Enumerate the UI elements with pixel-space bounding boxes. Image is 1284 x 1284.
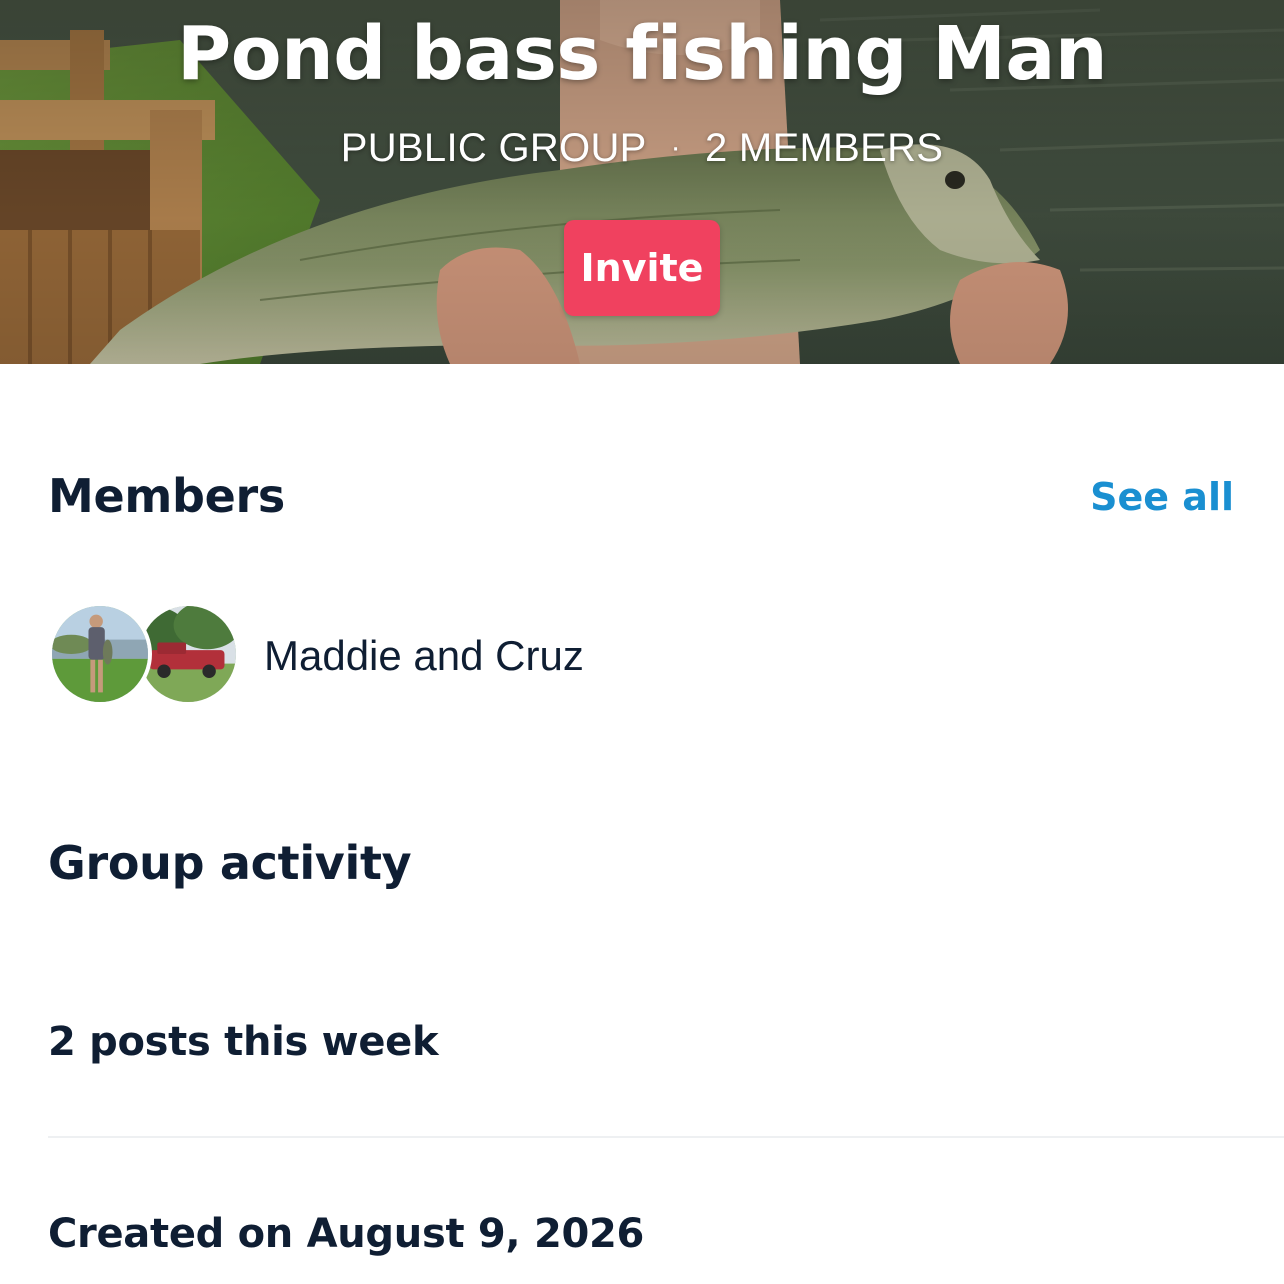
avatar (48, 602, 152, 706)
members-heading: Members (48, 469, 285, 523)
group-visibility: PUBLIC GROUP (340, 126, 647, 170)
group-title: Pond bass fishing Man (176, 11, 1108, 97)
divider (48, 1136, 1284, 1138)
group-meta: PUBLIC GROUP · 2 MEMBERS (0, 122, 1284, 174)
member-photo-cruz (140, 606, 236, 702)
created-date: Created on August 9, 2026 (48, 1211, 645, 1257)
group-cover: Pond bass fishing Man PUBLIC GROUP · 2 MEM… (0, 0, 1284, 364)
invite-button[interactable]: Invite (564, 220, 720, 316)
see-all-members-link[interactable]: See all (1090, 472, 1234, 522)
group-activity-heading: Group activity (48, 836, 412, 890)
group-member-count: 2 MEMBERS (704, 126, 944, 170)
group-page: Pond bass fishing Man PUBLIC GROUP · 2 MEM… (0, 0, 1284, 1284)
posts-this-week: 2 posts this week (48, 1019, 439, 1065)
member-names: Maddie and Cruz (264, 632, 584, 679)
meta-separator: · (670, 131, 681, 164)
members-preview[interactable]: Maddie and Cruz (48, 600, 748, 710)
member-photo-maddie (52, 606, 148, 702)
